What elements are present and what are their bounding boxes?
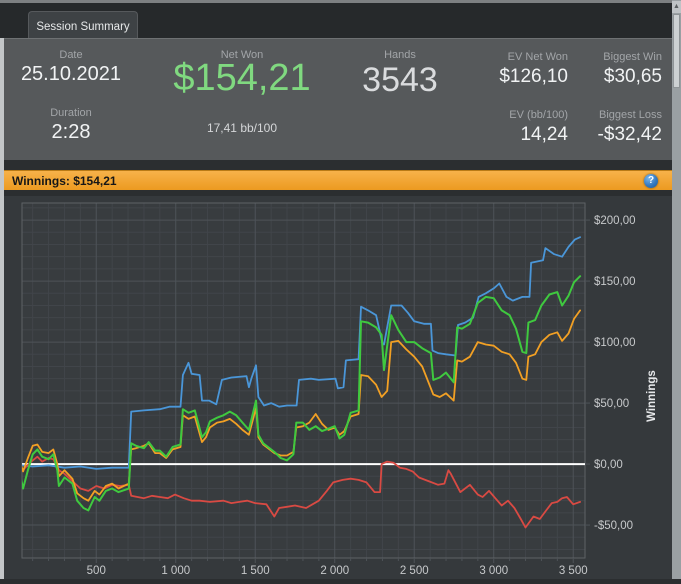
duration-value: 2:28 — [51, 121, 91, 143]
y-axis-label: $200,00 — [594, 215, 636, 227]
x-axis-label: 3 000 — [479, 565, 508, 577]
x-axis-label: 500 — [87, 565, 106, 577]
date-value: 25.10.2021 — [20, 63, 122, 85]
stats-panel: Date 25.10.2021 Duration 2:28 Net Won $1… — [4, 38, 672, 160]
net-won-bb100: 17,41 bb/100 — [206, 121, 278, 135]
y-axis-title: Winnings — [646, 370, 658, 422]
biggest-loss-value: -$32,42 — [597, 124, 662, 145]
biggest-win-label: Biggest Win — [603, 51, 662, 63]
winnings-section-header[interactable]: Winnings: $154,21 ? — [4, 170, 672, 190]
tab-bar: Session Summary — [0, 0, 681, 41]
scroll-up-icon[interactable]: ▲ — [672, 1, 681, 13]
y-axis-label: -$50,00 — [594, 520, 633, 532]
tab-session-summary[interactable]: Session Summary — [28, 11, 138, 41]
date-label: Date — [59, 49, 83, 61]
x-axis-label: 2 500 — [400, 565, 429, 577]
biggest-win-value: $30,65 — [603, 66, 662, 87]
tab-label: Session Summary — [36, 20, 130, 33]
y-axis-label: $150,00 — [594, 276, 636, 288]
x-axis-label: 1 500 — [241, 565, 270, 577]
y-axis-label: $50,00 — [594, 398, 629, 410]
y-axis-label: $0,00 — [594, 459, 623, 471]
help-icon[interactable]: ? — [644, 174, 658, 188]
x-axis-label: 1 000 — [161, 565, 190, 577]
winnings-header-label: Winnings: $154,21 — [12, 173, 117, 188]
winnings-chart: 500 1 000 1 500 2 000 2 500 3 000 3 500 -$50,00… — [21, 202, 658, 577]
y-axis-label: $100,00 — [594, 337, 636, 349]
x-axis-label: 2 000 — [320, 565, 349, 577]
biggest-loss-label: Biggest Loss — [599, 109, 662, 121]
scrollbar-thumb[interactable] — [673, 14, 680, 88]
x-axis-label: 3 500 — [559, 565, 588, 577]
chart-panel: 500 1 000 1 500 2 000 2 500 3 000 3 500 -$50,00… — [4, 196, 672, 579]
duration-label: Duration — [50, 107, 92, 119]
vertical-scrollbar[interactable]: ▲ — [672, 0, 681, 579]
net-won-value: $154,21 — [173, 57, 311, 99]
